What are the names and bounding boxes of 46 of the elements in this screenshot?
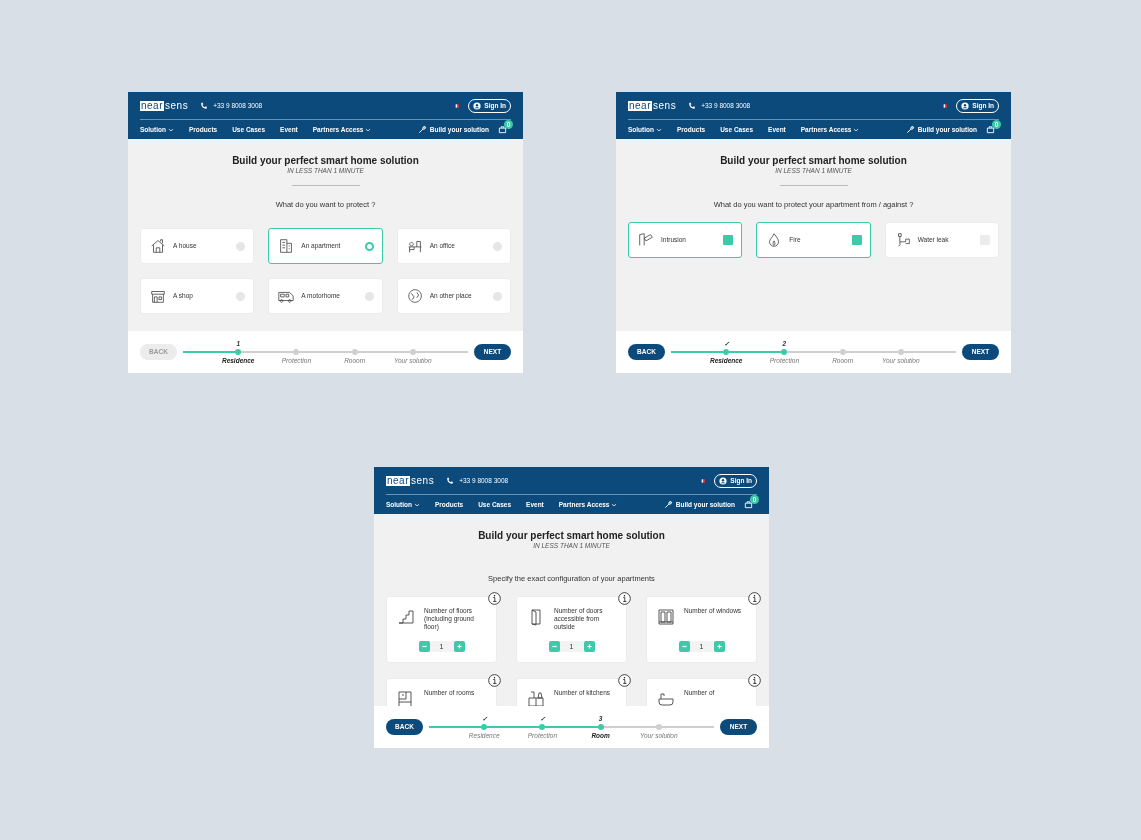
flag-icon — [942, 103, 948, 108]
radio-button[interactable] — [236, 241, 246, 251]
user-icon — [473, 101, 482, 110]
minus-button[interactable] — [418, 641, 430, 653]
info-icon[interactable] — [618, 592, 631, 606]
plus-button[interactable] — [453, 641, 465, 653]
page-title: Build your perfect smart home solution — [478, 530, 665, 542]
radio-button[interactable] — [364, 241, 374, 251]
logo[interactable]: near sens — [386, 475, 435, 486]
house-icon — [149, 237, 167, 256]
phone-icon — [200, 101, 209, 110]
info-icon[interactable] — [488, 592, 501, 606]
info-icon[interactable] — [748, 674, 761, 688]
logo[interactable]: near sens — [140, 100, 189, 111]
plus-button[interactable] — [583, 641, 595, 653]
plus-button[interactable] — [713, 641, 725, 653]
plus-icon — [455, 643, 463, 651]
window-icon — [656, 607, 676, 628]
plus-icon — [715, 643, 723, 651]
wrench-icon — [663, 500, 673, 509]
info-icon[interactable] — [618, 674, 631, 688]
plus-icon — [585, 643, 593, 651]
bag-icon — [744, 500, 753, 509]
page-title: Build your perfect smart home solution — [720, 155, 907, 167]
info-icon[interactable] — [748, 592, 761, 606]
phone-icon — [446, 476, 455, 485]
user-icon — [719, 476, 728, 485]
user-icon — [961, 101, 970, 110]
phone-icon — [688, 101, 697, 110]
wrench-icon — [417, 125, 427, 134]
bag-icon — [498, 125, 507, 134]
info-icon[interactable] — [488, 674, 501, 688]
minus-button[interactable] — [548, 641, 560, 653]
bag-icon — [986, 125, 995, 134]
minus-button[interactable] — [678, 641, 690, 653]
radio-button[interactable] — [236, 291, 246, 301]
checkbox[interactable] — [723, 235, 734, 246]
checkbox[interactable] — [851, 235, 862, 246]
flag-icon — [454, 103, 460, 108]
page-title: Build your perfect smart home solution — [232, 155, 419, 167]
radio-button[interactable] — [364, 291, 374, 301]
flag-icon — [700, 478, 706, 483]
logo[interactable]: near sens — [628, 100, 677, 111]
radio-button[interactable] — [493, 241, 502, 251]
radio-button[interactable] — [493, 291, 502, 301]
wrench-icon — [905, 125, 915, 134]
